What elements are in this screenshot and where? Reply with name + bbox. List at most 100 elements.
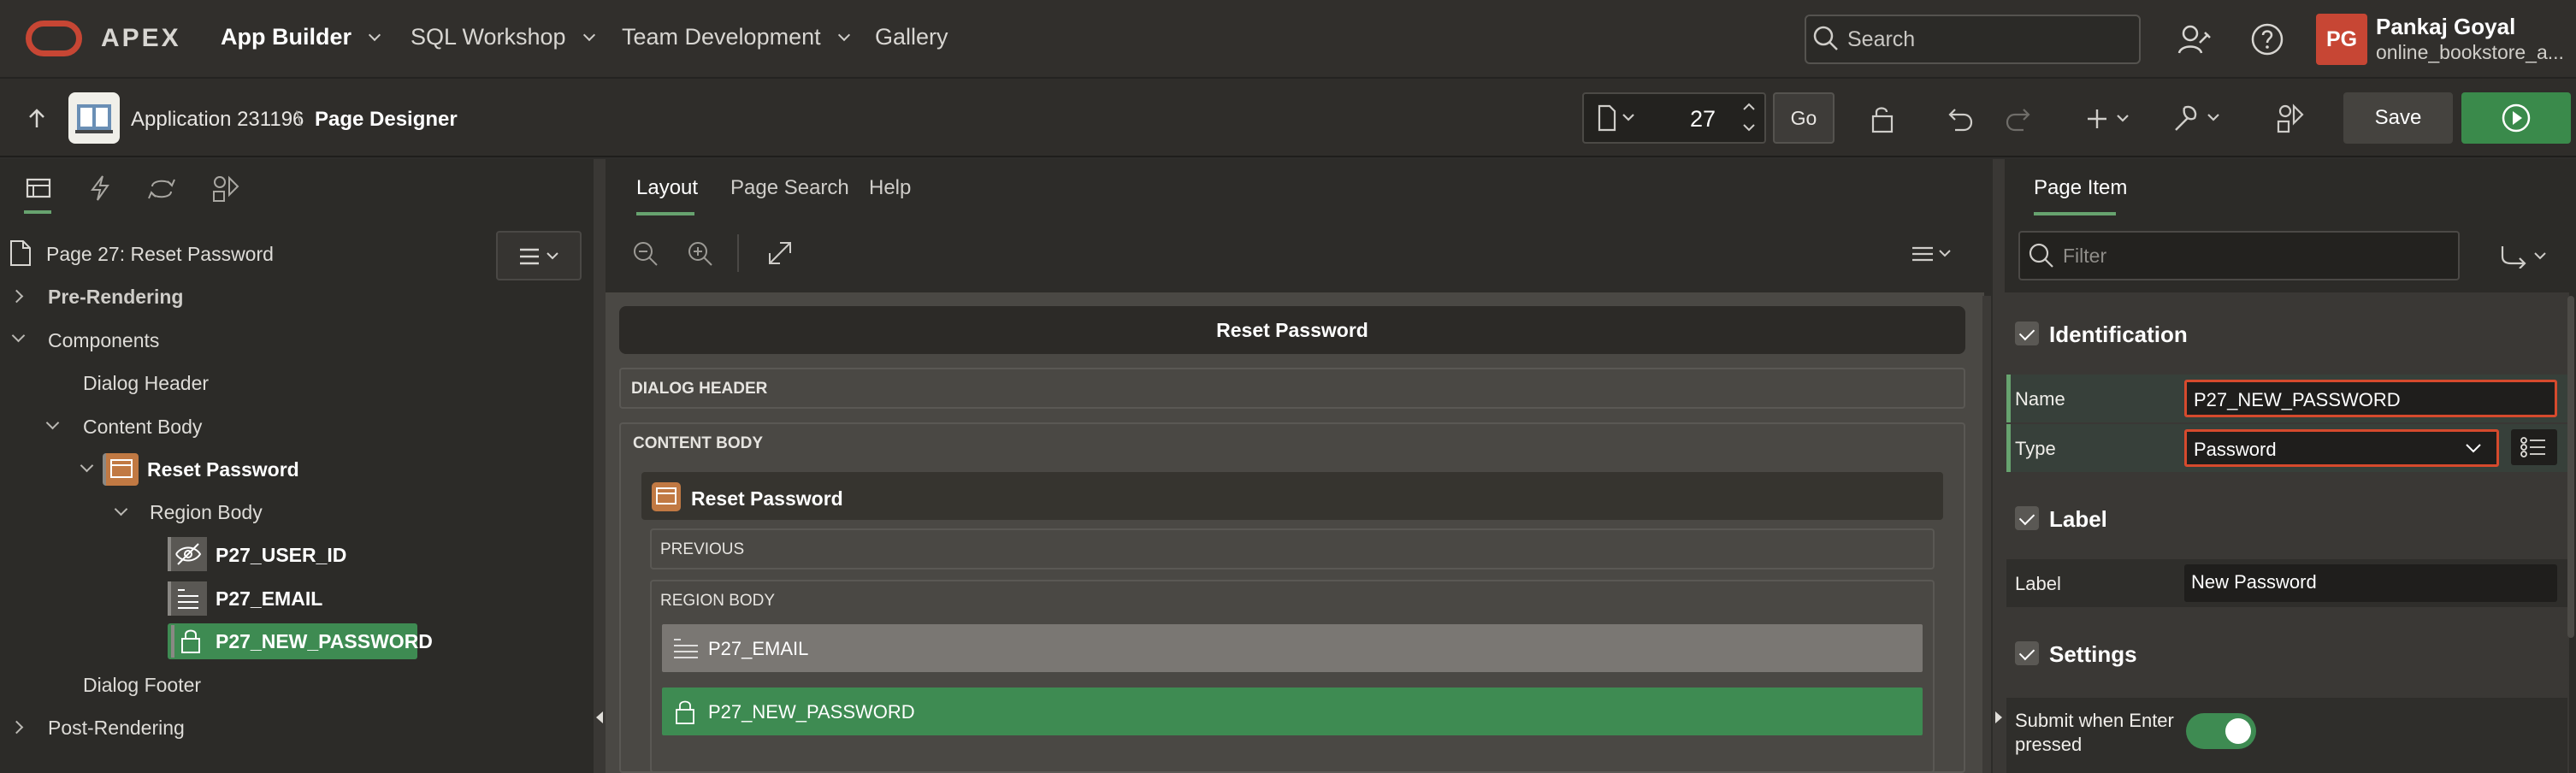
breadcrumb-page-designer: Page Designer bbox=[315, 108, 458, 131]
tree-dialog-header[interactable]: Dialog Header bbox=[83, 372, 209, 395]
tree-pre-rendering[interactable]: Pre-Rendering bbox=[48, 286, 183, 309]
tab-layout[interactable]: Layout bbox=[636, 176, 698, 200]
create-menu-icon[interactable] bbox=[2087, 106, 2135, 132]
collapse-checkbox-icon[interactable] bbox=[2015, 641, 2039, 665]
submit-when-enter-toggle[interactable] bbox=[2186, 713, 2256, 749]
rendering-tab-icon[interactable] bbox=[26, 176, 51, 200]
utilities-wrench-icon[interactable] bbox=[2172, 103, 2225, 133]
nav-gallery[interactable]: Gallery bbox=[875, 24, 948, 50]
previous-position[interactable] bbox=[650, 528, 1935, 569]
active-tab-indicator bbox=[2034, 212, 2116, 215]
layout-menu-icon[interactable] bbox=[1909, 241, 1955, 267]
lock-page-icon[interactable] bbox=[1870, 104, 1900, 135]
group-label-title: Label bbox=[2049, 506, 2107, 532]
chevron-down-icon bbox=[2466, 444, 2481, 453]
property-name-field[interactable]: P27_NEW_PASSWORD bbox=[2184, 380, 2557, 417]
page-shared-components-tab-icon[interactable] bbox=[210, 174, 239, 202]
tab-page-search[interactable]: Page Search bbox=[730, 176, 849, 200]
region-body-label: REGION BODY bbox=[660, 592, 776, 610]
tree-menu-button[interactable] bbox=[496, 231, 582, 280]
group-settings-title: Settings bbox=[2049, 641, 2137, 667]
search-placeholder: Search bbox=[1847, 27, 1916, 51]
tree-content-body[interactable]: Content Body bbox=[83, 416, 202, 439]
tree-region-reset-password[interactable]: Reset Password bbox=[147, 458, 299, 481]
search-icon bbox=[2029, 243, 2053, 268]
help-icon[interactable] bbox=[2250, 22, 2284, 56]
canvas-scrollbar[interactable] bbox=[1982, 296, 1991, 773]
property-label-field[interactable]: New Password bbox=[2184, 564, 2557, 602]
zoom-out-icon[interactable] bbox=[631, 239, 660, 268]
breadcrumb-application[interactable]: Application 231196 bbox=[131, 108, 304, 132]
dialog-header-label: DIALOG HEADER bbox=[631, 380, 768, 398]
collapse-left-arrow-icon[interactable] bbox=[596, 711, 603, 723]
arrow-up-icon[interactable] bbox=[26, 108, 48, 130]
active-tab-indicator bbox=[636, 212, 694, 215]
collapse-checkbox-icon[interactable] bbox=[2015, 506, 2039, 530]
chevron-down-icon bbox=[368, 28, 381, 41]
right-splitter[interactable] bbox=[1993, 159, 2005, 773]
run-page-button[interactable] bbox=[2461, 92, 2571, 144]
tree-item-email[interactable]: P27_EMAIL bbox=[216, 587, 322, 611]
tab-page-item[interactable]: Page Item bbox=[2034, 176, 2127, 200]
tree-region-body[interactable]: Region Body bbox=[150, 501, 263, 524]
tree-dialog-footer[interactable]: Dialog Footer bbox=[83, 674, 201, 697]
go-to-group-icon[interactable] bbox=[2497, 243, 2554, 268]
properties-scrollbar[interactable] bbox=[2567, 296, 2574, 638]
tree-item-new-password[interactable]: P27_NEW_PASSWORD bbox=[216, 630, 433, 653]
avatar[interactable]: PG bbox=[2316, 14, 2367, 65]
page-select-icon[interactable] bbox=[1596, 104, 1639, 132]
undo-icon[interactable] bbox=[1947, 104, 1976, 133]
search-icon bbox=[1813, 26, 1838, 50]
tree-post-rendering[interactable]: Post-Rendering bbox=[48, 717, 185, 740]
text-field-icon bbox=[674, 639, 698, 658]
text-field-icon bbox=[178, 589, 198, 609]
workspace-name[interactable]: online_bookstore_a... bbox=[2376, 41, 2564, 64]
oracle-logo[interactable] bbox=[26, 21, 82, 56]
region-icon bbox=[103, 453, 139, 486]
nav-sql-workshop[interactable]: SQL Workshop bbox=[411, 24, 595, 50]
hidden-item-icon bbox=[168, 537, 207, 571]
group-identification-title: Identification bbox=[2049, 322, 2188, 347]
dialog-header-section[interactable] bbox=[619, 368, 1965, 409]
page-number-input[interactable]: 27 bbox=[1690, 106, 1716, 133]
collapse-checkbox-icon[interactable] bbox=[2015, 322, 2039, 345]
processing-tab-icon[interactable] bbox=[147, 176, 176, 202]
nav-app-builder[interactable]: App Builder bbox=[221, 24, 381, 50]
redo-icon[interactable] bbox=[2003, 104, 2032, 133]
application-icon[interactable] bbox=[68, 92, 120, 144]
go-button[interactable]: Go bbox=[1773, 92, 1835, 144]
save-button[interactable]: Save bbox=[2343, 92, 2453, 144]
type-list-button[interactable] bbox=[2511, 429, 2557, 465]
collapse-right-arrow-icon[interactable] bbox=[1995, 711, 2002, 723]
filter-placeholder: Filter bbox=[2063, 245, 2107, 267]
apex-brand[interactable]: APEX bbox=[101, 24, 181, 53]
expand-icon[interactable] bbox=[766, 239, 794, 267]
region-body-position[interactable] bbox=[650, 580, 1935, 773]
admin-user-icon[interactable] bbox=[2176, 22, 2212, 58]
active-tab-indicator bbox=[24, 210, 51, 214]
tree-item-user-id[interactable]: P27_USER_ID bbox=[216, 544, 346, 567]
shared-components-icon[interactable] bbox=[2275, 103, 2306, 133]
hamburger-menu-icon bbox=[520, 248, 558, 265]
dynamic-actions-tab-icon[interactable] bbox=[89, 174, 111, 202]
zoom-in-icon[interactable] bbox=[686, 239, 715, 268]
password-item-icon bbox=[171, 625, 207, 658]
eye-slash-icon bbox=[175, 543, 202, 565]
dialog-title[interactable]: Reset Password bbox=[619, 306, 1965, 354]
tree-components[interactable]: Components bbox=[48, 329, 159, 352]
lock-icon bbox=[676, 700, 694, 724]
tree-page-node[interactable]: Page 27: Reset Password bbox=[46, 243, 274, 266]
property-type-select[interactable]: Password bbox=[2184, 429, 2499, 467]
tab-help[interactable]: Help bbox=[869, 176, 911, 200]
property-label-label: Label bbox=[2015, 573, 2061, 594]
left-splitter[interactable] bbox=[594, 159, 606, 773]
layout-item-email[interactable] bbox=[662, 624, 1923, 672]
lock-icon bbox=[181, 629, 200, 653]
breadcrumb-separator: \ bbox=[296, 108, 302, 131]
page-stepper-icon[interactable] bbox=[1740, 97, 1758, 137]
toolbar-divider bbox=[737, 234, 739, 272]
user-name[interactable]: Pankaj Goyal bbox=[2376, 14, 2515, 40]
layout-item-email-label: P27_EMAIL bbox=[708, 638, 809, 659]
nav-team-development[interactable]: Team Development bbox=[622, 24, 850, 50]
property-submit-label-line1: Submit when Enter bbox=[2015, 710, 2174, 731]
